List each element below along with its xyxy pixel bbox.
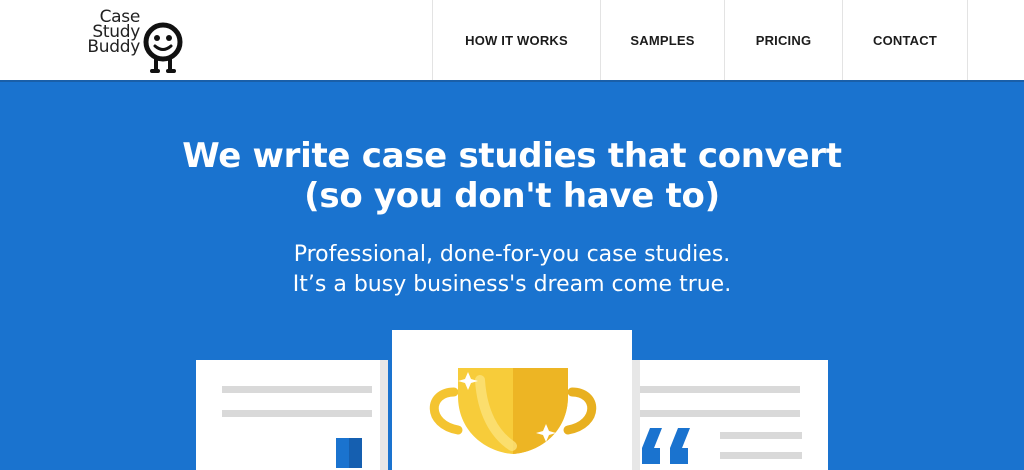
logo-text: Case Study Buddy [87,9,140,57]
text-line [222,386,372,393]
text-line [222,410,372,417]
logo-line-3: Buddy [87,37,140,57]
nav-how-it-works[interactable]: HOW IT WORKS [432,0,600,80]
nav-pricing[interactable]: PRICING [724,0,842,80]
hero-subtitle-line-1: Professional, done-for-you case studies. [293,242,731,267]
text-line [720,452,802,459]
logo[interactable]: Case Study Buddy [72,9,192,74]
hero-title-line-1: We write case studies that convert [182,136,842,176]
nav-contact[interactable]: CONTACT [842,0,968,80]
text-line [720,432,802,439]
card-shadow [632,360,640,470]
hero-subtitle: Professional, done-for-you case studies.… [0,240,1024,300]
card-shadow [380,360,388,470]
nav-samples[interactable]: SAMPLES [600,0,724,80]
hero-title: We write case studies that convert (so y… [0,136,1024,216]
hero-subtitle-line-2: It’s a busy business's dream come true. [292,272,732,297]
text-line [640,410,800,417]
hero-title-line-2: (so you don't have to) [304,176,720,216]
trophy-icon [429,368,597,454]
site-header: Case Study Buddy HOW IT WORKS SAMPLES PR… [0,0,1024,82]
logo-face-icon [143,22,183,73]
main-nav: HOW IT WORKS SAMPLES PRICING CONTACT [432,0,968,80]
quote-icon [642,428,690,464]
text-line [640,386,800,393]
bar-chart-icon [336,438,362,468]
